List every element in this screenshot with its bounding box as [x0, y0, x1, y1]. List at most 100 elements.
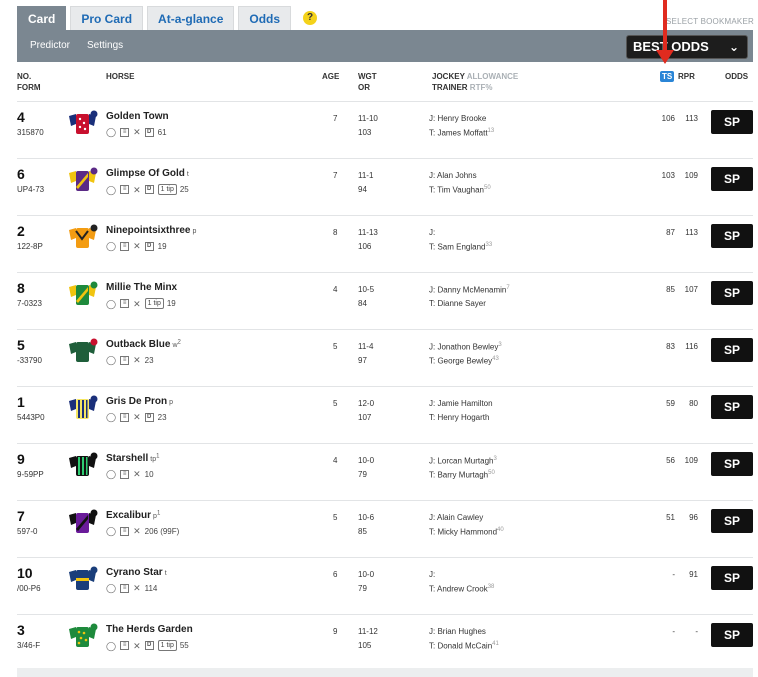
horse-name[interactable]: Gris De Pron — [106, 396, 167, 407]
d-icon[interactable]: D — [144, 241, 154, 251]
notes-icon[interactable]: ≡ — [120, 299, 130, 308]
close-icon[interactable]: ✕ — [133, 241, 141, 251]
notes-icon[interactable]: ≡ — [120, 641, 130, 650]
trainer-link[interactable]: T: Sam England33 — [429, 242, 492, 252]
trainer-name[interactable]: T: Andrew Crook — [429, 585, 488, 594]
close-icon[interactable]: ✕ — [133, 127, 141, 137]
odds-button[interactable]: SP — [711, 509, 753, 533]
notes-icon[interactable]: ≡ — [120, 241, 130, 251]
notes-icon[interactable]: ≡ — [120, 127, 130, 137]
close-icon[interactable]: ✕ — [133, 641, 141, 651]
jockey-name[interactable]: J: Jonathon Bewley — [429, 343, 498, 352]
close-icon[interactable]: ✕ — [133, 299, 141, 309]
odds-button[interactable]: SP — [711, 338, 753, 362]
trainer-link[interactable]: T: Tim Vaughan50 — [429, 185, 491, 195]
jockey-link[interactable]: J: — [429, 228, 435, 237]
trainer-link[interactable]: T: Andrew Crook38 — [429, 584, 494, 594]
close-icon[interactable]: ✕ — [133, 583, 141, 593]
jockey-name[interactable]: J: Lorcan Murtagh — [429, 457, 493, 466]
lightbulb-icon[interactable]: ◯ — [106, 355, 116, 365]
horse-name-link[interactable]: The Herds Garden — [106, 624, 193, 635]
horse-name-link[interactable]: Ninepointsixthree p — [106, 225, 196, 236]
horse-name[interactable]: Ninepointsixthree — [106, 225, 190, 236]
trainer-name[interactable]: T: Donald McCain — [429, 642, 492, 651]
notes-icon[interactable]: ≡ — [120, 412, 130, 422]
lightbulb-icon[interactable]: ◯ — [106, 412, 116, 422]
lightbulb-icon[interactable]: ◯ — [106, 469, 116, 479]
horse-name[interactable]: Starshell — [106, 453, 148, 464]
trainer-name[interactable]: T: Tim Vaughan — [429, 186, 484, 195]
jockey-link[interactable]: J: Brian Hughes — [429, 627, 486, 636]
trainer-name[interactable]: T: Henry Hogarth — [429, 413, 489, 422]
trainer-link[interactable]: T: George Bewley43 — [429, 356, 499, 366]
jockey-link[interactable]: J: Jonathon Bewley3 — [429, 342, 502, 352]
close-icon[interactable]: ✕ — [133, 355, 141, 365]
jockey-link[interactable]: J: Jamie Hamilton — [429, 399, 493, 408]
trainer-name[interactable]: T: Micky Hammond — [429, 528, 497, 537]
tip-badge[interactable]: 1 tip — [157, 640, 177, 651]
tab-odds[interactable]: Odds — [238, 6, 292, 30]
jockey-link[interactable]: J: Henry Brooke — [429, 114, 486, 123]
trainer-name[interactable]: T: Sam England — [429, 243, 485, 252]
tab-card[interactable]: Card — [17, 6, 67, 30]
odds-button[interactable]: SP — [711, 110, 753, 134]
lightbulb-icon[interactable]: ◯ — [106, 241, 116, 251]
jockey-name[interactable]: J: — [429, 570, 435, 579]
close-icon[interactable]: ✕ — [133, 526, 141, 536]
notes-icon[interactable]: ≡ — [120, 526, 130, 536]
horse-name[interactable]: Golden Town — [106, 111, 169, 122]
horse-name-link[interactable]: Excalibur p1 — [106, 510, 160, 521]
jockey-name[interactable]: J: — [429, 228, 435, 237]
lightbulb-icon[interactable]: ◯ — [106, 583, 116, 593]
jockey-link[interactable]: J: Lorcan Murtagh3 — [429, 456, 497, 466]
horse-name-link[interactable]: Golden Town — [106, 111, 169, 122]
horse-name-link[interactable]: Millie The Minx — [106, 282, 177, 293]
ts-badge[interactable]: TS — [660, 71, 675, 82]
tip-badge[interactable]: 1 tip — [157, 184, 177, 195]
odds-button[interactable]: SP — [711, 281, 753, 305]
settings-link[interactable]: Settings — [87, 40, 123, 51]
d-icon[interactable]: D — [144, 127, 154, 137]
horse-name[interactable]: Millie The Minx — [106, 282, 177, 293]
trainer-link[interactable]: T: Micky Hammond40 — [429, 527, 504, 537]
tip-badge[interactable]: 1 tip — [144, 298, 164, 309]
bookmaker-select[interactable]: BEST ODDS ⌄ — [626, 35, 748, 59]
lightbulb-icon[interactable]: ◯ — [106, 526, 116, 536]
trainer-link[interactable]: T: Dianne Sayer — [429, 299, 486, 308]
horse-name[interactable]: Outback Blue — [106, 339, 170, 350]
notes-icon[interactable]: ≡ — [120, 355, 130, 365]
jockey-link[interactable]: J: — [429, 570, 435, 579]
jockey-link[interactable]: J: Alain Cawley — [429, 513, 483, 522]
d-icon[interactable]: D — [144, 185, 154, 194]
horse-name-link[interactable]: Starshell tp1 — [106, 453, 159, 464]
d-icon[interactable]: D — [144, 412, 154, 422]
horse-name-link[interactable]: Glimpse Of Gold t — [106, 168, 189, 179]
jockey-name[interactable]: J: Jamie Hamilton — [429, 399, 493, 408]
jockey-name[interactable]: J: Brian Hughes — [429, 627, 486, 636]
odds-button[interactable]: SP — [711, 167, 753, 191]
jockey-name[interactable]: J: Henry Brooke — [429, 114, 486, 123]
odds-button[interactable]: SP — [711, 566, 753, 590]
d-icon[interactable]: D — [144, 641, 154, 650]
trainer-name[interactable]: T: Barry Murtagh — [429, 471, 488, 480]
lightbulb-icon[interactable]: ◯ — [106, 185, 116, 195]
jockey-name[interactable]: J: Alain Cawley — [429, 513, 483, 522]
odds-button[interactable]: SP — [711, 224, 753, 248]
odds-button[interactable]: SP — [711, 623, 753, 647]
tab-pro-card[interactable]: Pro Card — [70, 6, 144, 30]
trainer-name[interactable]: T: George Bewley — [429, 357, 492, 366]
trainer-name[interactable]: T: James Moffatt — [429, 129, 488, 138]
notes-icon[interactable]: ≡ — [120, 583, 130, 593]
predictor-link[interactable]: Predictor — [30, 40, 70, 51]
jockey-name[interactable]: J: Alan Johns — [429, 171, 477, 180]
help-icon[interactable]: ? — [303, 11, 318, 25]
tab-at-a-glance[interactable]: At-a-glance — [147, 6, 235, 30]
jockey-link[interactable]: J: Danny McMenamin7 — [429, 285, 510, 295]
lightbulb-icon[interactable]: ◯ — [106, 641, 116, 651]
horse-name-link[interactable]: Cyrano Star t — [106, 567, 167, 578]
odds-button[interactable]: SP — [711, 452, 753, 476]
horse-name-link[interactable]: Outback Blue w2 — [106, 339, 181, 350]
trainer-name[interactable]: T: Dianne Sayer — [429, 299, 486, 308]
horse-name[interactable]: Glimpse Of Gold — [106, 168, 185, 179]
notes-icon[interactable]: ≡ — [120, 185, 130, 194]
